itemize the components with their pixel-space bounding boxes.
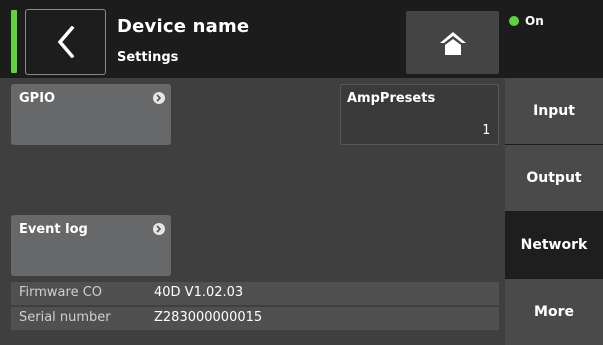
main-panel: GPIO AmpPresets 1 Event log Firmware CO … [0, 78, 505, 345]
page-subtitle: Settings [117, 50, 179, 65]
event-log-tile-button[interactable]: Event log [11, 215, 171, 276]
serial-value: Z283000000015 [154, 310, 263, 325]
home-button[interactable] [406, 11, 499, 74]
power-status: On [509, 14, 544, 28]
arrow-right-circle-icon [153, 223, 165, 235]
serial-label: Serial number [19, 310, 111, 325]
amp-presets-value: 1 [482, 123, 490, 138]
gpio-tile-button[interactable]: GPIO [11, 84, 171, 145]
serial-info-row: Serial number Z283000000015 [11, 307, 499, 330]
nav-input-button[interactable]: Input [505, 78, 603, 144]
nav-output-button[interactable]: Output [505, 145, 603, 211]
header-bar: Device name Settings On [0, 0, 603, 78]
arrow-right-circle-icon [153, 92, 165, 104]
firmware-label: Firmware CO [19, 285, 103, 300]
status-indicator-bar [11, 10, 17, 73]
firmware-info-row: Firmware CO 40D V1.02.03 [11, 282, 499, 305]
nav-more-button[interactable]: More [505, 279, 603, 345]
power-status-label: On [525, 14, 544, 28]
gpio-tile-label: GPIO [19, 91, 56, 106]
device-name-title: Device name [117, 16, 250, 37]
side-nav: Input Output Network More [505, 78, 603, 345]
home-icon [439, 31, 466, 55]
amp-presets-label: AmpPresets [347, 91, 436, 106]
amp-presets-field[interactable]: AmpPresets 1 [340, 84, 499, 145]
event-log-tile-label: Event log [19, 222, 88, 237]
back-button[interactable] [25, 9, 106, 75]
chevron-left-icon [57, 26, 74, 58]
nav-network-button[interactable]: Network [505, 212, 603, 278]
power-status-dot-icon [509, 16, 519, 26]
firmware-value: 40D V1.02.03 [154, 285, 244, 300]
